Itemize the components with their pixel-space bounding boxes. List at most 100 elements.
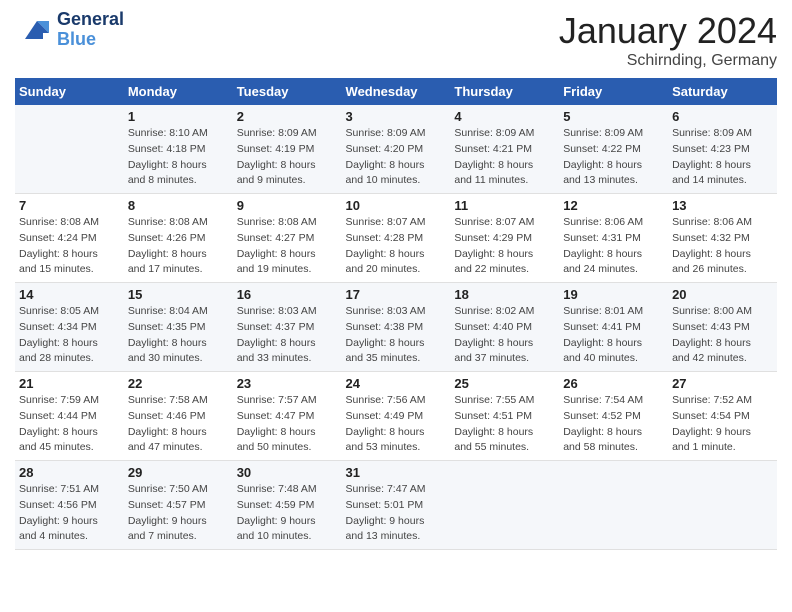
day-number: 16 (237, 287, 338, 302)
day-info: Sunrise: 7:50 AMSunset: 4:57 PMDaylight:… (128, 482, 229, 545)
day-number: 30 (237, 465, 338, 480)
day-info: Sunrise: 8:07 AMSunset: 4:29 PMDaylight:… (454, 215, 555, 278)
day-info: Sunrise: 8:08 AMSunset: 4:24 PMDaylight:… (19, 215, 120, 278)
calendar-cell: 17 Sunrise: 8:03 AMSunset: 4:38 PMDayligh… (342, 283, 451, 372)
calendar-cell (450, 461, 559, 550)
day-number: 26 (563, 376, 664, 391)
day-info: Sunrise: 8:09 AMSunset: 4:19 PMDaylight:… (237, 126, 338, 189)
day-number: 3 (346, 109, 447, 124)
location: Schirnding, Germany (559, 52, 777, 70)
weekday-header: Saturday (668, 78, 777, 105)
day-info: Sunrise: 8:09 AMSunset: 4:20 PMDaylight:… (346, 126, 447, 189)
day-number: 22 (128, 376, 229, 391)
day-number: 12 (563, 198, 664, 213)
calendar-cell: 21 Sunrise: 7:59 AMSunset: 4:44 PMDayligh… (15, 372, 124, 461)
logo: General Blue (15, 10, 124, 50)
day-info: Sunrise: 7:52 AMSunset: 4:54 PMDaylight:… (672, 393, 773, 456)
day-number: 1 (128, 109, 229, 124)
calendar-cell: 27 Sunrise: 7:52 AMSunset: 4:54 PMDayligh… (668, 372, 777, 461)
calendar-cell: 1 Sunrise: 8:10 AMSunset: 4:18 PMDaylight… (124, 105, 233, 194)
day-number: 28 (19, 465, 120, 480)
weekday-header: Friday (559, 78, 668, 105)
calendar-week-row: 21 Sunrise: 7:59 AMSunset: 4:44 PMDayligh… (15, 372, 777, 461)
day-number: 6 (672, 109, 773, 124)
day-number: 11 (454, 198, 555, 213)
calendar-cell: 6 Sunrise: 8:09 AMSunset: 4:23 PMDaylight… (668, 105, 777, 194)
calendar-cell: 7Sunrise: 8:08 AMSunset: 4:24 PMDaylight… (15, 194, 124, 283)
day-number: 29 (128, 465, 229, 480)
calendar-cell: 18Sunrise: 8:02 AMSunset: 4:40 PMDayligh… (450, 283, 559, 372)
calendar-cell: 10 Sunrise: 8:07 AMSunset: 4:28 PMDayligh… (342, 194, 451, 283)
day-info: Sunrise: 8:03 AMSunset: 4:37 PMDaylight:… (237, 304, 338, 367)
calendar-cell: 26 Sunrise: 7:54 AMSunset: 4:52 PMDayligh… (559, 372, 668, 461)
calendar-cell: 9Sunrise: 8:08 AMSunset: 4:27 PMDaylight… (233, 194, 342, 283)
day-number: 10 (346, 198, 447, 213)
title-block: January 2024 Schirnding, Germany (559, 10, 777, 70)
day-number: 24 (346, 376, 447, 391)
calendar-cell (15, 105, 124, 194)
day-info: Sunrise: 8:08 AMSunset: 4:26 PMDaylight:… (128, 215, 229, 278)
weekday-header: Monday (124, 78, 233, 105)
weekday-header: Thursday (450, 78, 559, 105)
calendar-week-row: 28 Sunrise: 7:51 AMSunset: 4:56 PMDayligh… (15, 461, 777, 550)
day-info: Sunrise: 8:06 AMSunset: 4:32 PMDaylight:… (672, 215, 773, 278)
calendar-cell: 14 Sunrise: 8:05 AMSunset: 4:34 PMDayligh… (15, 283, 124, 372)
day-number: 17 (346, 287, 447, 302)
calendar-cell: 16 Sunrise: 8:03 AMSunset: 4:37 PMDayligh… (233, 283, 342, 372)
day-number: 27 (672, 376, 773, 391)
calendar-week-row: 7Sunrise: 8:08 AMSunset: 4:24 PMDaylight… (15, 194, 777, 283)
calendar-cell: 28 Sunrise: 7:51 AMSunset: 4:56 PMDayligh… (15, 461, 124, 550)
day-number: 19 (563, 287, 664, 302)
logo-blue-text: Blue (57, 30, 124, 50)
day-number: 14 (19, 287, 120, 302)
day-number: 20 (672, 287, 773, 302)
calendar-cell: 20 Sunrise: 8:00 AMSunset: 4:43 PMDayligh… (668, 283, 777, 372)
day-info: Sunrise: 7:58 AMSunset: 4:46 PMDaylight:… (128, 393, 229, 456)
day-info: Sunrise: 7:48 AMSunset: 4:59 PMDaylight:… (237, 482, 338, 545)
day-info: Sunrise: 8:09 AMSunset: 4:22 PMDaylight:… (563, 126, 664, 189)
day-info: Sunrise: 8:00 AMSunset: 4:43 PMDaylight:… (672, 304, 773, 367)
weekday-header: Tuesday (233, 78, 342, 105)
weekday-header: Wednesday (342, 78, 451, 105)
day-info: Sunrise: 8:09 AMSunset: 4:23 PMDaylight:… (672, 126, 773, 189)
day-number: 21 (19, 376, 120, 391)
day-info: Sunrise: 7:59 AMSunset: 4:44 PMDaylight:… (19, 393, 120, 456)
day-info: Sunrise: 7:55 AMSunset: 4:51 PMDaylight:… (454, 393, 555, 456)
calendar-cell (668, 461, 777, 550)
day-info: Sunrise: 8:10 AMSunset: 4:18 PMDaylight:… (128, 126, 229, 189)
calendar-cell: 22 Sunrise: 7:58 AMSunset: 4:46 PMDayligh… (124, 372, 233, 461)
day-number: 25 (454, 376, 555, 391)
calendar-week-row: 14 Sunrise: 8:05 AMSunset: 4:34 PMDayligh… (15, 283, 777, 372)
calendar-cell: 3 Sunrise: 8:09 AMSunset: 4:20 PMDaylight… (342, 105, 451, 194)
day-info: Sunrise: 8:07 AMSunset: 4:28 PMDaylight:… (346, 215, 447, 278)
day-info: Sunrise: 8:09 AMSunset: 4:21 PMDaylight:… (454, 126, 555, 189)
calendar-cell: 2 Sunrise: 8:09 AMSunset: 4:19 PMDaylight… (233, 105, 342, 194)
calendar-cell: 11 Sunrise: 8:07 AMSunset: 4:29 PMDayligh… (450, 194, 559, 283)
day-info: Sunrise: 8:03 AMSunset: 4:38 PMDaylight:… (346, 304, 447, 367)
calendar-cell: 19 Sunrise: 8:01 AMSunset: 4:41 PMDayligh… (559, 283, 668, 372)
calendar-week-row: 1 Sunrise: 8:10 AMSunset: 4:18 PMDaylight… (15, 105, 777, 194)
calendar-header-row: SundayMondayTuesdayWednesdayThursdayFrid… (15, 78, 777, 105)
day-number: 15 (128, 287, 229, 302)
calendar-cell: 12Sunrise: 8:06 AMSunset: 4:31 PMDayligh… (559, 194, 668, 283)
day-info: Sunrise: 8:05 AMSunset: 4:34 PMDaylight:… (19, 304, 120, 367)
day-info: Sunrise: 8:01 AMSunset: 4:41 PMDaylight:… (563, 304, 664, 367)
page-header: General Blue January 2024 Schirnding, Ge… (15, 10, 777, 70)
day-number: 8 (128, 198, 229, 213)
day-info: Sunrise: 8:02 AMSunset: 4:40 PMDaylight:… (454, 304, 555, 367)
calendar-cell: 31Sunrise: 7:47 AMSunset: 5:01 PMDayligh… (342, 461, 451, 550)
calendar-cell: 30 Sunrise: 7:48 AMSunset: 4:59 PMDayligh… (233, 461, 342, 550)
calendar-cell: 8 Sunrise: 8:08 AMSunset: 4:26 PMDaylight… (124, 194, 233, 283)
day-info: Sunrise: 7:54 AMSunset: 4:52 PMDaylight:… (563, 393, 664, 456)
day-info: Sunrise: 7:51 AMSunset: 4:56 PMDaylight:… (19, 482, 120, 545)
day-number: 23 (237, 376, 338, 391)
calendar-cell: 23Sunrise: 7:57 AMSunset: 4:47 PMDayligh… (233, 372, 342, 461)
day-number: 2 (237, 109, 338, 124)
logo-icon (15, 11, 53, 49)
weekday-header: Sunday (15, 78, 124, 105)
day-info: Sunrise: 8:08 AMSunset: 4:27 PMDaylight:… (237, 215, 338, 278)
day-number: 4 (454, 109, 555, 124)
day-info: Sunrise: 7:47 AMSunset: 5:01 PMDaylight:… (346, 482, 447, 545)
month-title: January 2024 (559, 10, 777, 52)
day-info: Sunrise: 8:04 AMSunset: 4:35 PMDaylight:… (128, 304, 229, 367)
